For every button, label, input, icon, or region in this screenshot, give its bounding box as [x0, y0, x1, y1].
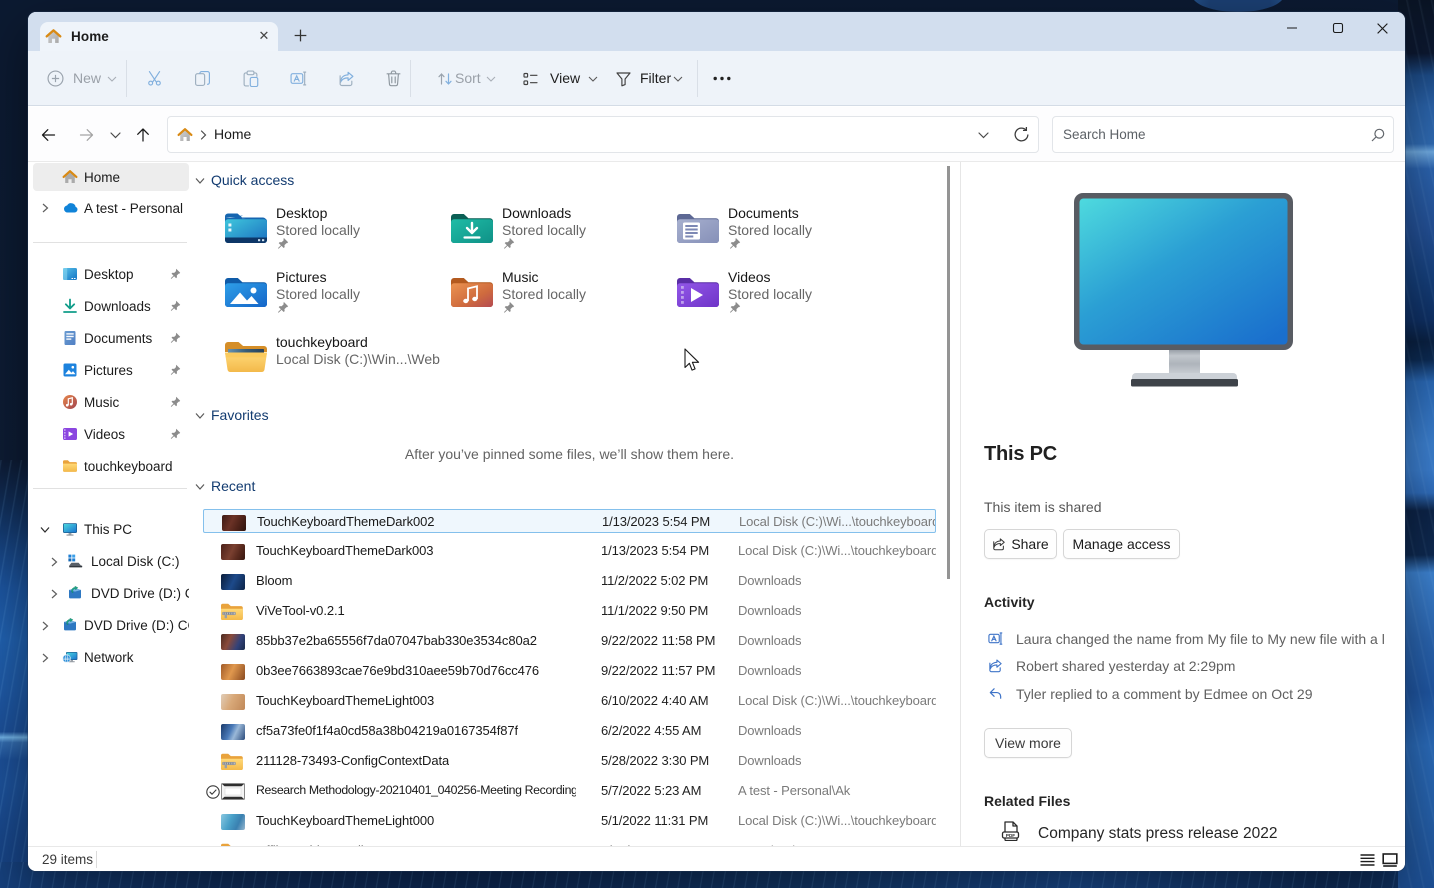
svg-text:PDF: PDF [1006, 833, 1015, 838]
